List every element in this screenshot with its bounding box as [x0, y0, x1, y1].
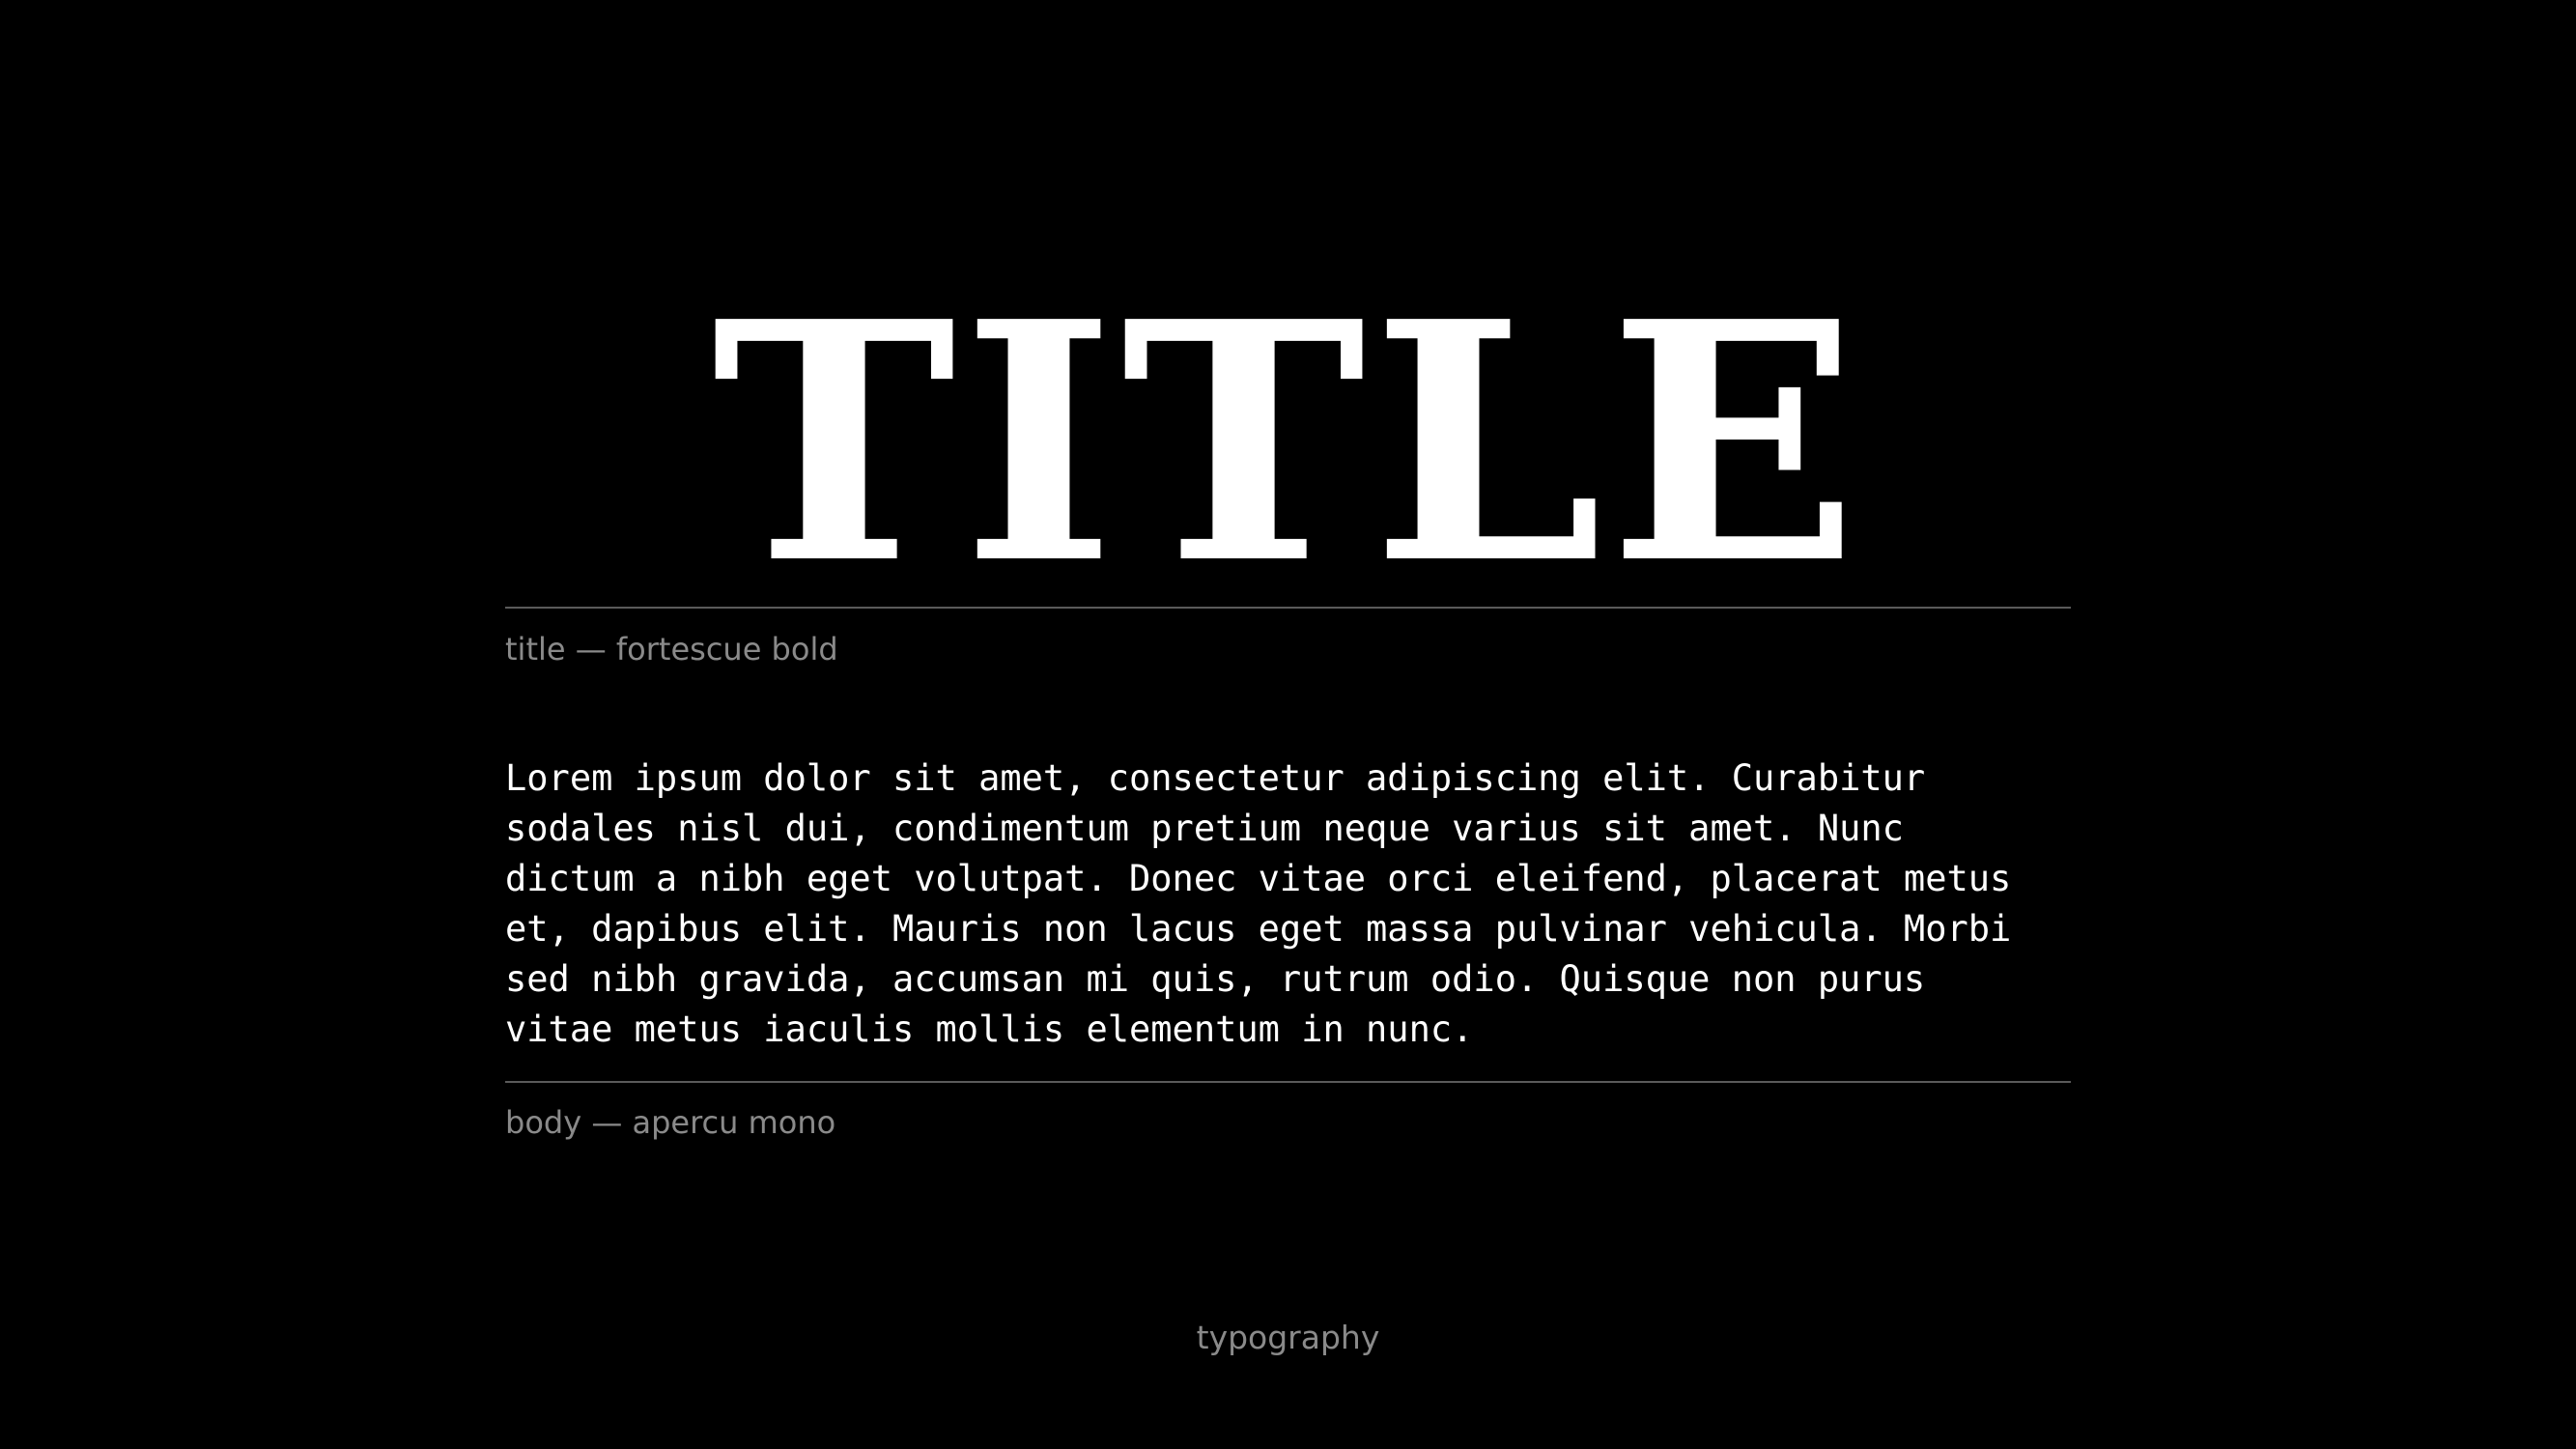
section-label: typography [1196, 1319, 1380, 1356]
body-line: sodales nisl dui, condimentum pretium ne… [505, 808, 1904, 849]
title-divider [505, 607, 2071, 609]
body-font-caption: body — apercu mono [505, 1104, 836, 1141]
body-line: Lorem ipsum dolor sit amet, consectetur … [505, 757, 1926, 799]
body-specimen: Lorem ipsum dolor sit amet, consectetur … [505, 753, 2089, 1055]
body-line: vitae metus iaculis mollis elementum in … [505, 1009, 1474, 1050]
title-specimen: TITLE [711, 251, 1865, 637]
body-divider [505, 1081, 2071, 1083]
body-line: et, dapibus elit. Mauris non lacus eget … [505, 908, 2012, 950]
body-line: sed nibh gravida, accumsan mi quis, rutr… [505, 958, 1926, 1000]
title-font-caption: title — fortescue bold [505, 631, 838, 668]
body-line: dictum a nibh eget volutpat. Donec vitae… [505, 858, 2012, 899]
